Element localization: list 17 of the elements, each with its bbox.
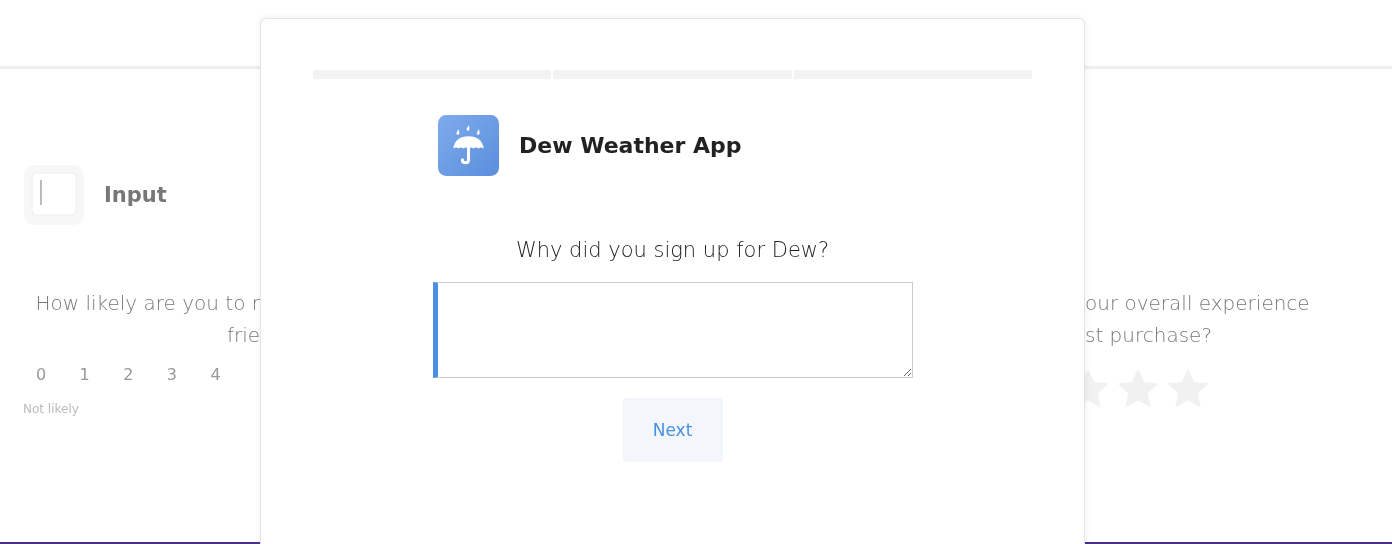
scale-label: Not likely [23,402,80,416]
scale-option[interactable]: 1 [67,365,112,384]
card-title: Input [104,183,167,207]
answer-field[interactable] [432,282,913,378]
question-text: How likely are you to r [34,290,260,317]
scale-option[interactable]: 3 [154,365,199,384]
question-text: our overall experience [1085,290,1311,317]
next-button[interactable]: Next [622,398,723,462]
question-text: Why did you sign up for Dew? [514,238,831,262]
question-text: st purchase? [1085,322,1214,349]
umbrella-rain-icon [438,115,499,176]
text-input-icon [24,165,84,225]
scale-option[interactable]: 0 [24,365,68,384]
app-name: Dew Weather App [519,133,742,158]
question-text: frie [225,322,260,349]
scale-option[interactable]: 4 [198,365,242,384]
scale-option[interactable]: 2 [111,365,155,384]
